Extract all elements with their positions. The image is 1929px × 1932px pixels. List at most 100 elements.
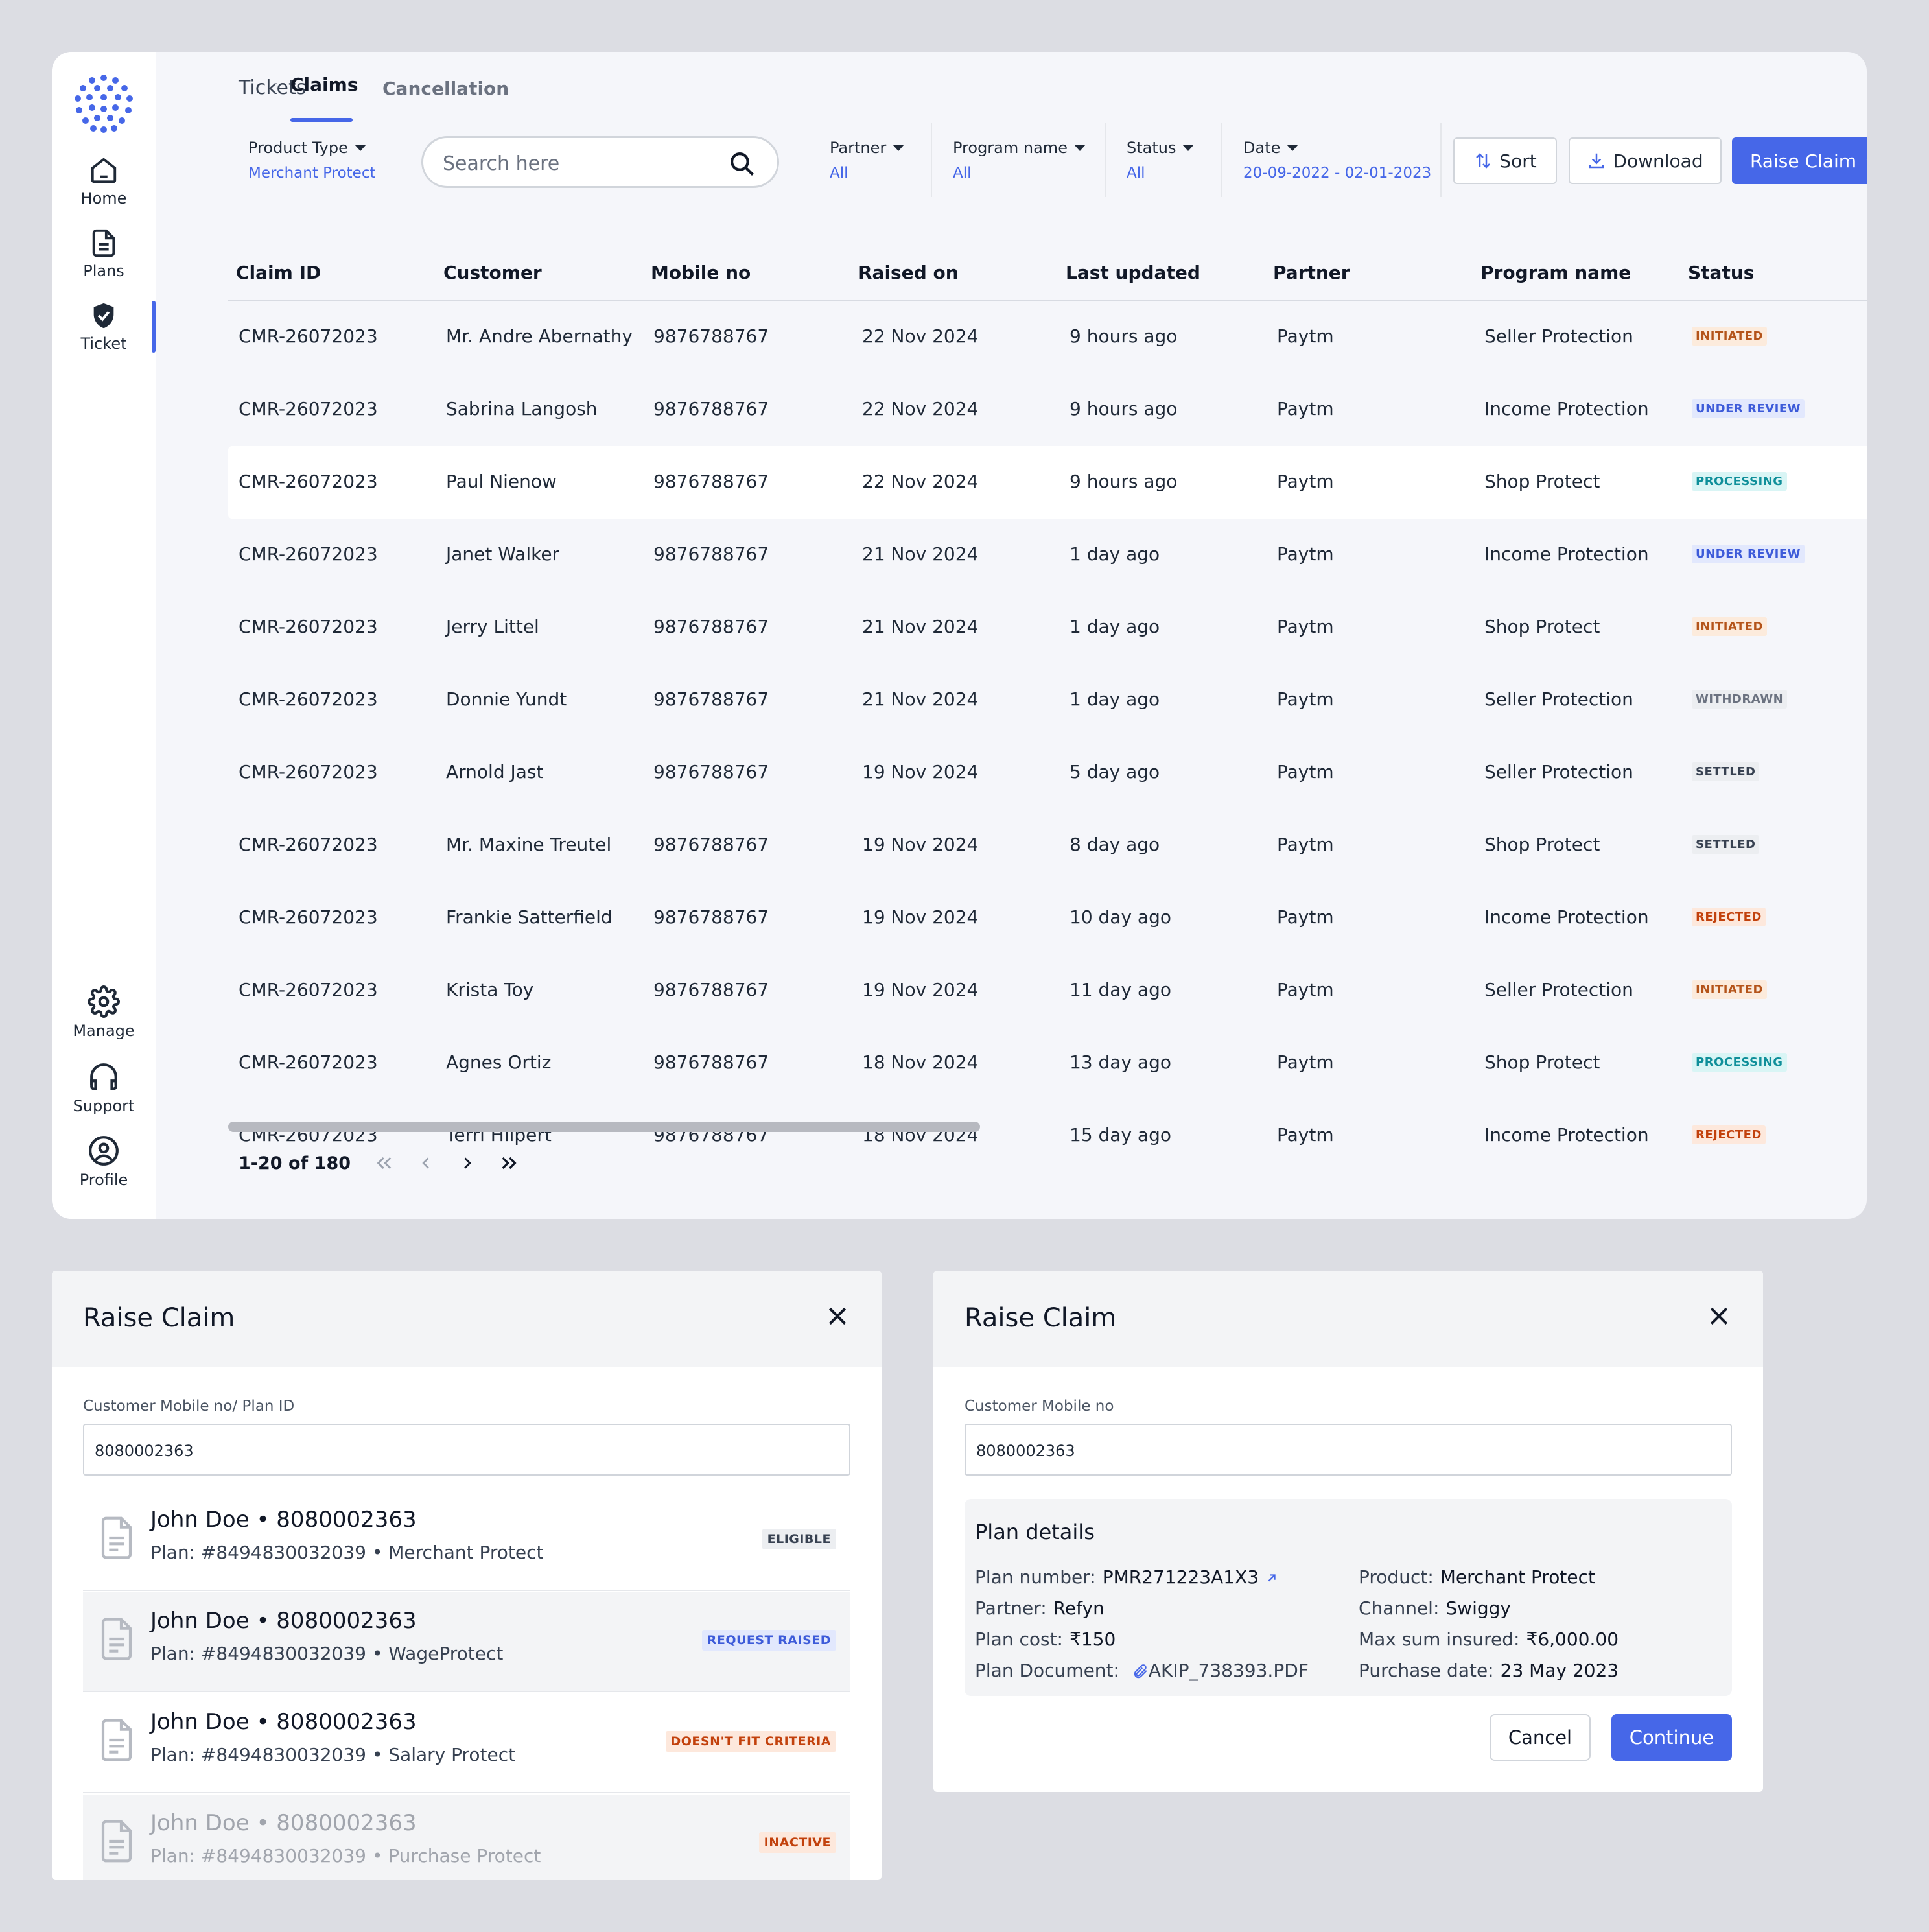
table-row[interactable]: CMR-26072023 Paul Nienow 9876788767 22 Nov … [228, 446, 1867, 519]
cell-updated: 11 day ago [1070, 979, 1171, 1000]
table-row[interactable]: CMR-26072023 Janet Walker 9876788767 21 Nov… [228, 519, 1867, 591]
plan-details-card: Plan details Plan number: PMR271223A1X3 P… [964, 1499, 1732, 1696]
chevron-down-icon [1866, 159, 1867, 160]
table-row[interactable]: CMR-26072023 Arnold Jast 9876788767 19 Nov … [228, 736, 1867, 809]
plan-list-item[interactable]: John Doe • 8080002363 Plan: #849483003203… [83, 1693, 850, 1793]
table-row[interactable]: CMR-26072023 Agnes Ortiz 9876788767 18 Nov … [228, 1027, 1867, 1100]
divider [1440, 123, 1442, 197]
horizontal-scrollbar[interactable] [228, 1122, 980, 1132]
table-row[interactable]: CMR-26072023 Donnie Yundt 9876788767 21 Nov… [228, 664, 1867, 736]
nav-item-plans[interactable]: Plans [52, 228, 156, 280]
download-button[interactable]: Download [1569, 137, 1722, 184]
nav-item-ticket[interactable]: Ticket [52, 301, 156, 353]
product-type-filter[interactable]: Product Type Merchant Protect [248, 139, 376, 182]
raise-claim-button[interactable]: Raise Claim [1732, 137, 1867, 184]
field-key: Max sum insured: [1359, 1629, 1520, 1650]
plan-list-item[interactable]: John Doe • 8080002363 Plan: #849483003203… [83, 1592, 850, 1692]
chevron-left-icon [422, 1157, 429, 1169]
raise-claim-label: Raise Claim [1749, 150, 1857, 172]
filter-label: Date [1243, 139, 1281, 157]
status-badge: UNDER REVIEW [1692, 545, 1805, 563]
column-header[interactable]: Partner [1273, 262, 1350, 283]
table-row[interactable]: CMR-26072023 Mr. Maxine Treutel 9876788767… [228, 809, 1867, 882]
sort-button[interactable]: Sort [1453, 137, 1557, 184]
tab-claims[interactable]: Claims [290, 74, 358, 95]
download-icon [1589, 153, 1604, 169]
date-filter[interactable]: Date 20-09-2022 - 02-01-2023 [1243, 139, 1431, 182]
customer-mobile-input[interactable]: 8080002363 [964, 1424, 1732, 1476]
max-sum-insured-field: Max sum insured: ₹6,000.00 [1359, 1629, 1619, 1650]
cell-program: Seller Protection [1484, 979, 1633, 1000]
table-row[interactable]: CMR-26072023 Mr. Andre Abernathy 987678876… [228, 301, 1867, 373]
cancel-button[interactable]: Cancel [1490, 1714, 1591, 1761]
table-header: Claim ID Customer Mobile no Raised on Last u… [228, 246, 1867, 301]
input-value: 8080002363 [95, 1442, 194, 1460]
first-page-button[interactable] [364, 1148, 405, 1179]
cell-partner: Paytm [1277, 398, 1334, 419]
column-header[interactable]: Raised on [858, 262, 959, 283]
cell-updated: 1 day ago [1070, 616, 1160, 637]
cell-updated: 1 day ago [1070, 689, 1160, 710]
filter-label: Partner [830, 139, 887, 157]
filter-value: 20-09-2022 - 02-01-2023 [1243, 165, 1432, 182]
table-row[interactable]: CMR-26072023 Frankie Satterfield 987678876… [228, 882, 1867, 954]
field-key: Plan Document: [975, 1660, 1119, 1681]
field-label: Customer Mobile no/ Plan ID [83, 1398, 295, 1415]
prev-page-button[interactable] [405, 1148, 447, 1179]
channel-field: Channel: Swiggy [1359, 1597, 1511, 1619]
plan-status-badge: ELIGIBLE [762, 1529, 836, 1549]
divider [83, 1590, 850, 1591]
plan-status-badge: REQUEST RAISED [701, 1630, 836, 1651]
cell-partner: Paytm [1277, 1124, 1334, 1146]
main-content: Tickets Claims Cancellation Product Type… [156, 52, 1867, 1219]
cell-partner: Paytm [1277, 689, 1334, 710]
continue-button[interactable]: Continue [1611, 1714, 1732, 1761]
nav-item-home[interactable]: Home [52, 156, 156, 207]
plan-number-link[interactable]: PMR271223A1X3 [1103, 1566, 1259, 1588]
program-name-filter[interactable]: Program name All [953, 139, 1086, 182]
cell-program: Shop Protect [1484, 616, 1600, 637]
close-icon[interactable] [1706, 1303, 1732, 1329]
plan-list-item[interactable]: John Doe • 8080002363 Plan: #849483003203… [83, 1491, 850, 1591]
table-row[interactable]: CMR-26072023 Krista Toy 9876788767 19 Nov 2… [228, 954, 1867, 1027]
nav-item-manage[interactable]: Manage [52, 985, 156, 1040]
chevrons-left-icon [377, 1157, 392, 1170]
cell-program: Income Protection [1484, 543, 1649, 565]
column-header[interactable]: Last updated [1066, 262, 1200, 283]
search-icon[interactable] [728, 150, 755, 177]
status-filter[interactable]: Status All [1127, 139, 1195, 182]
status-badge: PROCESSING [1692, 472, 1787, 491]
last-page-button[interactable] [488, 1148, 530, 1179]
plan-document-link[interactable]: AKIP_738393.PDF [1149, 1660, 1309, 1681]
nav-label: Support [73, 1097, 135, 1115]
table-row[interactable]: CMR-26072023 Sabrina Langosh 9876788767 22 … [228, 373, 1867, 446]
column-header[interactable]: Claim ID [236, 262, 321, 283]
column-header[interactable]: Mobile no [651, 262, 751, 283]
next-page-button[interactable] [447, 1148, 488, 1179]
cell-program: Shop Protect [1484, 471, 1600, 492]
nav-item-profile[interactable]: Profile [52, 1135, 156, 1189]
external-link-icon[interactable] [1265, 1571, 1279, 1585]
search-input[interactable]: Search here [421, 136, 779, 188]
close-icon[interactable] [824, 1303, 850, 1329]
plan-list-item[interactable]: John Doe • 8080002363 Plan: #849483003203… [83, 1795, 850, 1880]
status-badge: INITIATED [1692, 327, 1767, 346]
modal-title: Raise Claim [964, 1303, 1117, 1333]
cell-claim-id: CMR-26072023 [239, 689, 378, 710]
column-header[interactable]: Customer [443, 262, 542, 283]
tab-cancellation[interactable]: Cancellation [382, 78, 509, 99]
cell-program: Shop Protect [1484, 834, 1600, 855]
table-row[interactable]: CMR-26072023 Jerry Littel 9876788767 21 Nov… [228, 591, 1867, 664]
field-value: ₹6,000.00 [1526, 1629, 1619, 1650]
filter-value: All [1127, 165, 1145, 182]
nav-label: Profile [79, 1171, 128, 1189]
filter-value: All [830, 165, 848, 182]
cell-raised: 19 Nov 2024 [862, 834, 979, 855]
column-header[interactable]: Program name [1480, 262, 1631, 283]
column-header[interactable]: Status [1688, 262, 1754, 283]
nav-item-support[interactable]: Support [52, 1061, 156, 1115]
partner-filter[interactable]: Partner All [830, 139, 905, 182]
mobile-or-plan-id-input[interactable]: 8080002363 [83, 1424, 850, 1476]
headphones-icon [90, 1063, 117, 1090]
plan-customer: John Doe • 8080002363 [150, 1608, 417, 1634]
